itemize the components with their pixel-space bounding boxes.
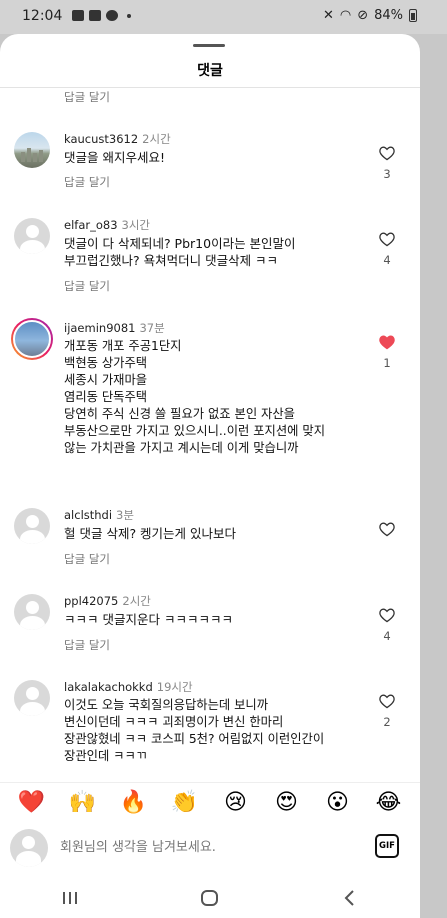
avatar[interactable] bbox=[14, 508, 50, 544]
comment-username[interactable]: lakalakachokkd bbox=[64, 680, 153, 694]
comment-text: 개포동 개포 주공1단지 백현동 상가주택 세종시 가재마을 염리동 단독주택 … bbox=[64, 339, 326, 455]
reply-button[interactable]: 답글 달기 bbox=[64, 89, 110, 105]
recent-apps-button[interactable] bbox=[40, 883, 100, 913]
drag-handle[interactable] bbox=[193, 44, 225, 47]
reply-button[interactable]: 답글 달기 bbox=[64, 174, 110, 190]
avatar[interactable] bbox=[14, 218, 50, 254]
wifi-icon: ◠ bbox=[339, 8, 352, 23]
comment-text: 이것도 오늘 국회질의응답하는데 보니까 변신이던데 ㅋㅋㅋ 괴죄명이가 변신 … bbox=[64, 698, 325, 763]
gif-button[interactable]: GIF bbox=[375, 834, 399, 858]
status-bar: 12:04 ✕ ◠ ⊘ 84% bbox=[0, 0, 447, 34]
sheet-title: 댓글 bbox=[197, 63, 223, 79]
comment-username[interactable]: ppl42075 bbox=[64, 594, 118, 608]
like-count: 1 bbox=[383, 356, 391, 370]
youtube-icon bbox=[89, 10, 101, 21]
comment-input[interactable] bbox=[60, 835, 350, 859]
system-nav-bar bbox=[0, 878, 420, 918]
comment-text: 헐 댓글 삭제? 켕기는게 있나보다 bbox=[64, 526, 237, 541]
dnd-icon: ⊘ bbox=[357, 8, 369, 23]
comment-username[interactable]: alclsthdi bbox=[64, 508, 112, 522]
home-icon bbox=[201, 890, 218, 906]
comment-time: 2시간 bbox=[142, 132, 171, 146]
avatar-with-story-ring[interactable] bbox=[11, 318, 53, 360]
battery-percent: 84% bbox=[374, 8, 403, 23]
system-icons: ✕ ◠ ⊘ 84% bbox=[323, 8, 417, 23]
heart-icon-liked[interactable] bbox=[378, 334, 396, 350]
heart-icon[interactable] bbox=[378, 521, 396, 537]
like-count: 4 bbox=[383, 629, 391, 643]
heart-icon[interactable] bbox=[378, 607, 396, 623]
crying-emoji-button[interactable]: 😢 bbox=[218, 790, 254, 815]
avatar[interactable] bbox=[14, 680, 50, 716]
back-icon bbox=[344, 890, 354, 906]
recent-apps-icon bbox=[63, 892, 77, 904]
heart-icon[interactable] bbox=[378, 693, 396, 709]
fire-emoji-button[interactable]: 🔥 bbox=[116, 790, 152, 815]
avatar[interactable] bbox=[14, 594, 50, 630]
notification-icons bbox=[72, 10, 131, 21]
back-button[interactable] bbox=[320, 883, 380, 913]
laughing-emoji-button[interactable]: 😂 bbox=[371, 790, 407, 815]
clapping-emoji-button[interactable]: 👏 bbox=[167, 790, 203, 815]
comment-text: ㅋㅋㅋ 댓글지운다 ㅋㅋㅋㅋㅋㅋ bbox=[64, 612, 233, 627]
my-avatar bbox=[10, 829, 48, 867]
facebook-icon bbox=[106, 10, 118, 21]
comment-username[interactable]: elfar_o83 bbox=[64, 218, 118, 232]
heart-emoji-button[interactable]: ❤️ bbox=[14, 790, 50, 815]
home-button[interactable] bbox=[180, 883, 240, 913]
comment-time: 3시간 bbox=[121, 218, 150, 232]
reply-button[interactable]: 답글 달기 bbox=[64, 551, 110, 567]
comment-composer: GIF bbox=[0, 822, 420, 878]
reply-button[interactable]: 답글 달기 bbox=[64, 637, 110, 653]
reply-button[interactable]: 답글 달기 bbox=[64, 278, 110, 294]
battery-icon bbox=[409, 9, 417, 22]
like-count: 4 bbox=[383, 253, 391, 267]
more-notifications-icon bbox=[127, 13, 131, 18]
comment-time: 2시간 bbox=[122, 594, 151, 608]
raising-hands-emoji-button[interactable]: 🙌 bbox=[65, 790, 101, 815]
comment-time: 37분 bbox=[139, 321, 165, 335]
news-icon bbox=[72, 10, 84, 21]
avatar[interactable] bbox=[14, 132, 50, 168]
comments-sheet: 댓글 답글 달기 kaucust3612 2시간 댓글을 왜지우세요! 답글 달기… bbox=[0, 34, 420, 918]
comment-time: 19시간 bbox=[156, 680, 193, 694]
heart-icon[interactable] bbox=[378, 231, 396, 247]
comment-time: 3분 bbox=[116, 508, 134, 522]
like-count: 2 bbox=[383, 715, 391, 729]
status-time: 12:04 bbox=[22, 8, 63, 24]
like-count: 3 bbox=[383, 167, 391, 181]
emoji-reaction-bar: ❤️ 🙌 🔥 👏 😢 😍 😮 😂 bbox=[0, 782, 420, 822]
comment-text: 댓글을 왜지우세요! bbox=[64, 150, 165, 165]
heart-eyes-emoji-button[interactable]: 😍 bbox=[269, 790, 305, 815]
comment-text: 댓글이 다 삭제되네? Pbr10이라는 본인말이 부끄럽긴했나? 욕쳐먹더니 … bbox=[64, 236, 296, 268]
comment-username[interactable]: ijaemin9081 bbox=[64, 321, 135, 335]
header-divider bbox=[0, 87, 420, 88]
comment-username[interactable]: kaucust3612 bbox=[64, 132, 138, 146]
mute-icon: ✕ bbox=[322, 8, 334, 23]
heart-icon[interactable] bbox=[378, 145, 396, 161]
surprised-emoji-button[interactable]: 😮 bbox=[320, 790, 356, 815]
